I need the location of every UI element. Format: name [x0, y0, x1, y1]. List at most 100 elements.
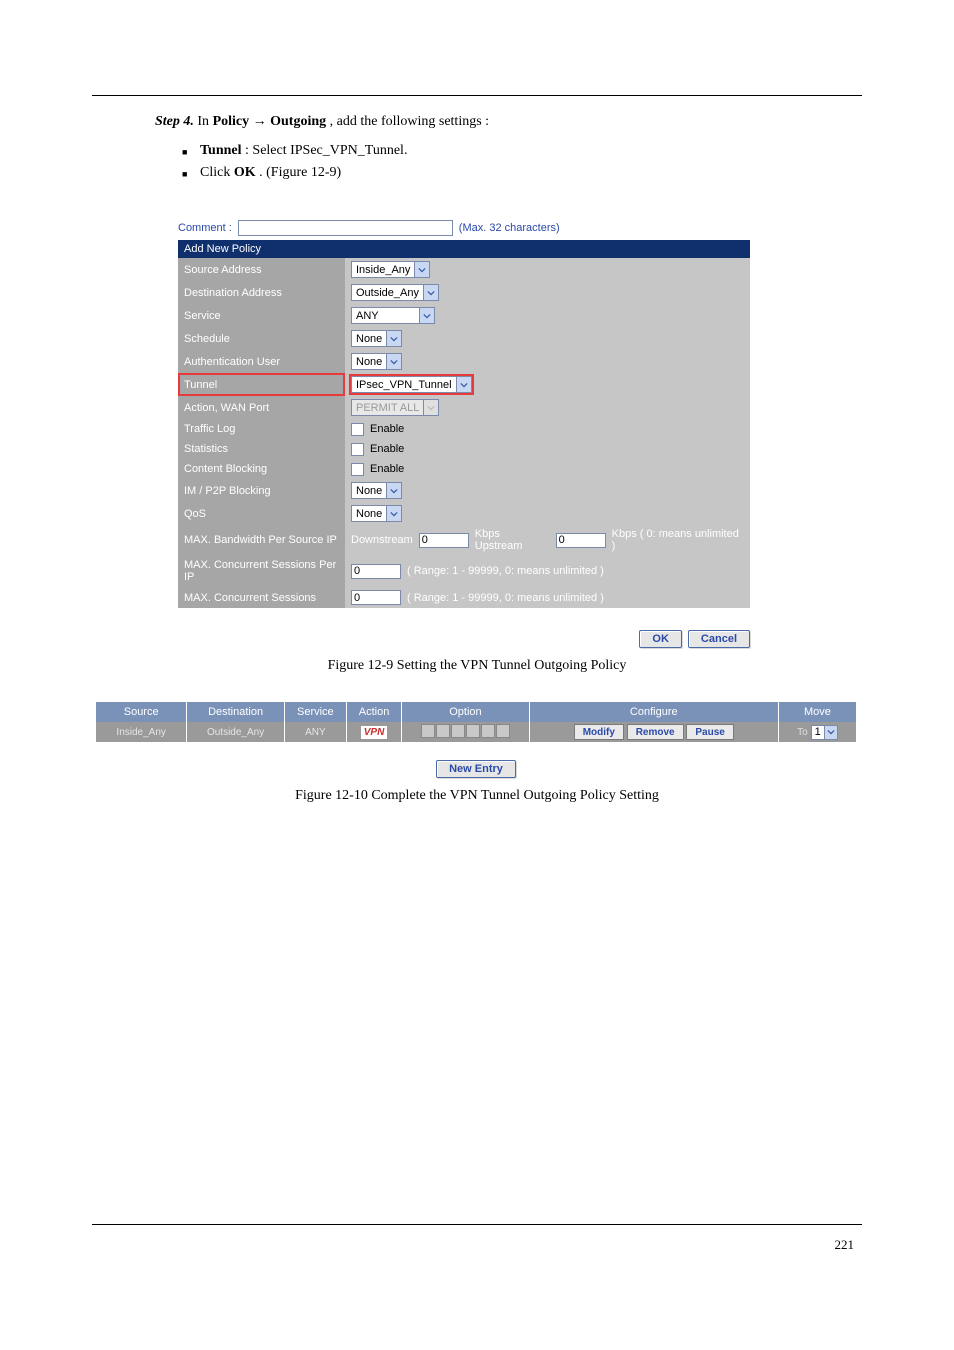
step-mid: , add the following settings [330, 114, 482, 129]
new-entry-button[interactable]: New Entry [436, 760, 516, 778]
bullet-1: Tunnel : Select IPSec_VPN_Tunnel. [182, 140, 862, 162]
qos-select[interactable]: None [351, 505, 402, 522]
bullet-list: Tunnel : Select IPSec_VPN_Tunnel. Click … [182, 140, 862, 184]
row-content-label: Content Blocking [178, 459, 345, 479]
row-maxbw-label: MAX. Bandwidth Per Source IP [178, 525, 345, 555]
option-slot-icon [436, 724, 450, 738]
chevron-down-icon [386, 354, 401, 369]
row-service-label: Service [178, 304, 345, 327]
auth-user-select[interactable]: None [351, 353, 402, 370]
option-slot-icon [466, 724, 480, 738]
row-qos-label: QoS [178, 502, 345, 525]
row-stats-label: Statistics [178, 439, 345, 459]
action-wan-select: PERMIT ALL [351, 399, 439, 416]
chevron-down-icon [423, 400, 438, 415]
content-blocking-text: Enable [370, 463, 404, 475]
option-slot-icon [496, 724, 510, 738]
th-option: Option [402, 702, 529, 722]
im-p2p-select[interactable]: None [351, 482, 402, 499]
page-number: 221 [92, 1237, 862, 1253]
figure-caption-2: Figure 12-10 Complete the VPN Tunnel Out… [92, 788, 862, 804]
th-configure: Configure [529, 702, 778, 722]
top-rule [92, 95, 862, 96]
modify-button[interactable]: Modify [574, 724, 624, 740]
cell-service: ANY [284, 722, 346, 742]
policy-table-wrap: Source Destination Service Action Option… [96, 702, 856, 778]
bullet-2: Click OK . (Figure 12-9) [182, 162, 862, 184]
bullet-2-suffix: . (Figure 12-9) [259, 165, 341, 180]
step-colon: : [485, 114, 489, 129]
pause-button[interactable]: Pause [686, 724, 733, 740]
traffic-log-text: Enable [370, 423, 404, 435]
cell-destination: Outside_Any [187, 722, 284, 742]
option-icons [421, 724, 510, 738]
chevron-down-icon [824, 726, 837, 739]
comment-input[interactable] [238, 220, 453, 236]
traffic-log-checkbox[interactable] [351, 423, 364, 436]
move-to-label: To [797, 727, 808, 738]
statistics-text: Enable [370, 443, 404, 455]
cancel-button[interactable]: Cancel [688, 630, 750, 648]
cell-configure: Modify Remove Pause [529, 722, 778, 742]
vpn-badge: VPN [361, 726, 388, 739]
ok-button[interactable]: OK [639, 630, 682, 648]
option-slot-icon [421, 724, 435, 738]
cell-action: VPN [346, 722, 401, 742]
step-menu1: Policy [213, 114, 250, 129]
row-action-label: Action, WAN Port [178, 396, 345, 419]
source-address-select[interactable]: Inside_Any [351, 261, 430, 278]
policy-form: Comment : (Max. 32 characters) Add New P… [178, 218, 750, 648]
table-row: Inside_Any Outside_Any ANY VPN Modify [96, 722, 856, 742]
row-imp2p-label: IM / P2P Blocking [178, 479, 345, 502]
downstream-label: Downstream [351, 534, 413, 546]
step-prefix: In [197, 114, 212, 129]
th-action: Action [346, 702, 401, 722]
row-source-label: Source Address [178, 258, 345, 281]
move-select[interactable]: 1 [811, 725, 838, 740]
chevron-down-icon [386, 506, 401, 521]
statistics-checkbox[interactable] [351, 443, 364, 456]
max-sess-ip-input[interactable] [351, 564, 401, 579]
destination-address-select[interactable]: Outside_Any [351, 284, 439, 301]
chevron-down-icon [419, 308, 434, 323]
upstream-unit: Kbps Upstream [475, 528, 550, 552]
step-menu2: Outgoing [270, 114, 326, 129]
bottom-rule [92, 1224, 862, 1225]
chevron-down-icon [456, 377, 471, 392]
row-sess-label: MAX. Concurrent Sessions [178, 587, 345, 608]
th-move: Move [778, 702, 856, 722]
policy-table: Source Destination Service Action Option… [96, 702, 856, 742]
bullet-1-label: Tunnel [200, 143, 242, 158]
downstream-input[interactable] [419, 533, 469, 548]
chevron-down-icon [414, 262, 429, 277]
schedule-select[interactable]: None [351, 330, 402, 347]
row-tunnel-label: Tunnel [178, 373, 345, 396]
comment-hint: (Max. 32 characters) [459, 222, 560, 234]
form-titlebar: Add New Policy [178, 240, 750, 258]
cell-move: To 1 [778, 722, 856, 742]
service-select[interactable]: ANY [351, 307, 435, 324]
bullet-2-label: OK [234, 165, 256, 180]
row-traffic-log-label: Traffic Log [178, 419, 345, 439]
remove-button[interactable]: Remove [627, 724, 684, 740]
chevron-down-icon [386, 331, 401, 346]
option-slot-icon [451, 724, 465, 738]
comment-label: Comment : [178, 222, 232, 234]
th-destination: Destination [187, 702, 284, 722]
step-num: Step 4. [155, 114, 194, 129]
upstream-input[interactable] [556, 533, 606, 548]
th-service: Service [284, 702, 346, 722]
comment-row: Comment : (Max. 32 characters) [178, 218, 750, 240]
chevron-down-icon [386, 483, 401, 498]
bullet-2-prefix: Click [200, 165, 234, 180]
row-sessip-label: MAX. Concurrent Sessions Per IP [178, 555, 345, 587]
tunnel-select[interactable]: IPsec_VPN_Tunnel [351, 376, 472, 393]
bullet-1-suffix: : Select IPSec_VPN_Tunnel. [245, 143, 407, 158]
content-blocking-checkbox[interactable] [351, 463, 364, 476]
max-sess-ip-hint: ( Range: 1 - 99999, 0: means unlimited ) [407, 565, 604, 577]
row-schedule-label: Schedule [178, 327, 345, 350]
step-line: Step 4. In Policy → Outgoing , add the f… [155, 114, 862, 130]
cell-option [402, 722, 529, 742]
max-sess-input[interactable] [351, 590, 401, 605]
th-source: Source [96, 702, 187, 722]
